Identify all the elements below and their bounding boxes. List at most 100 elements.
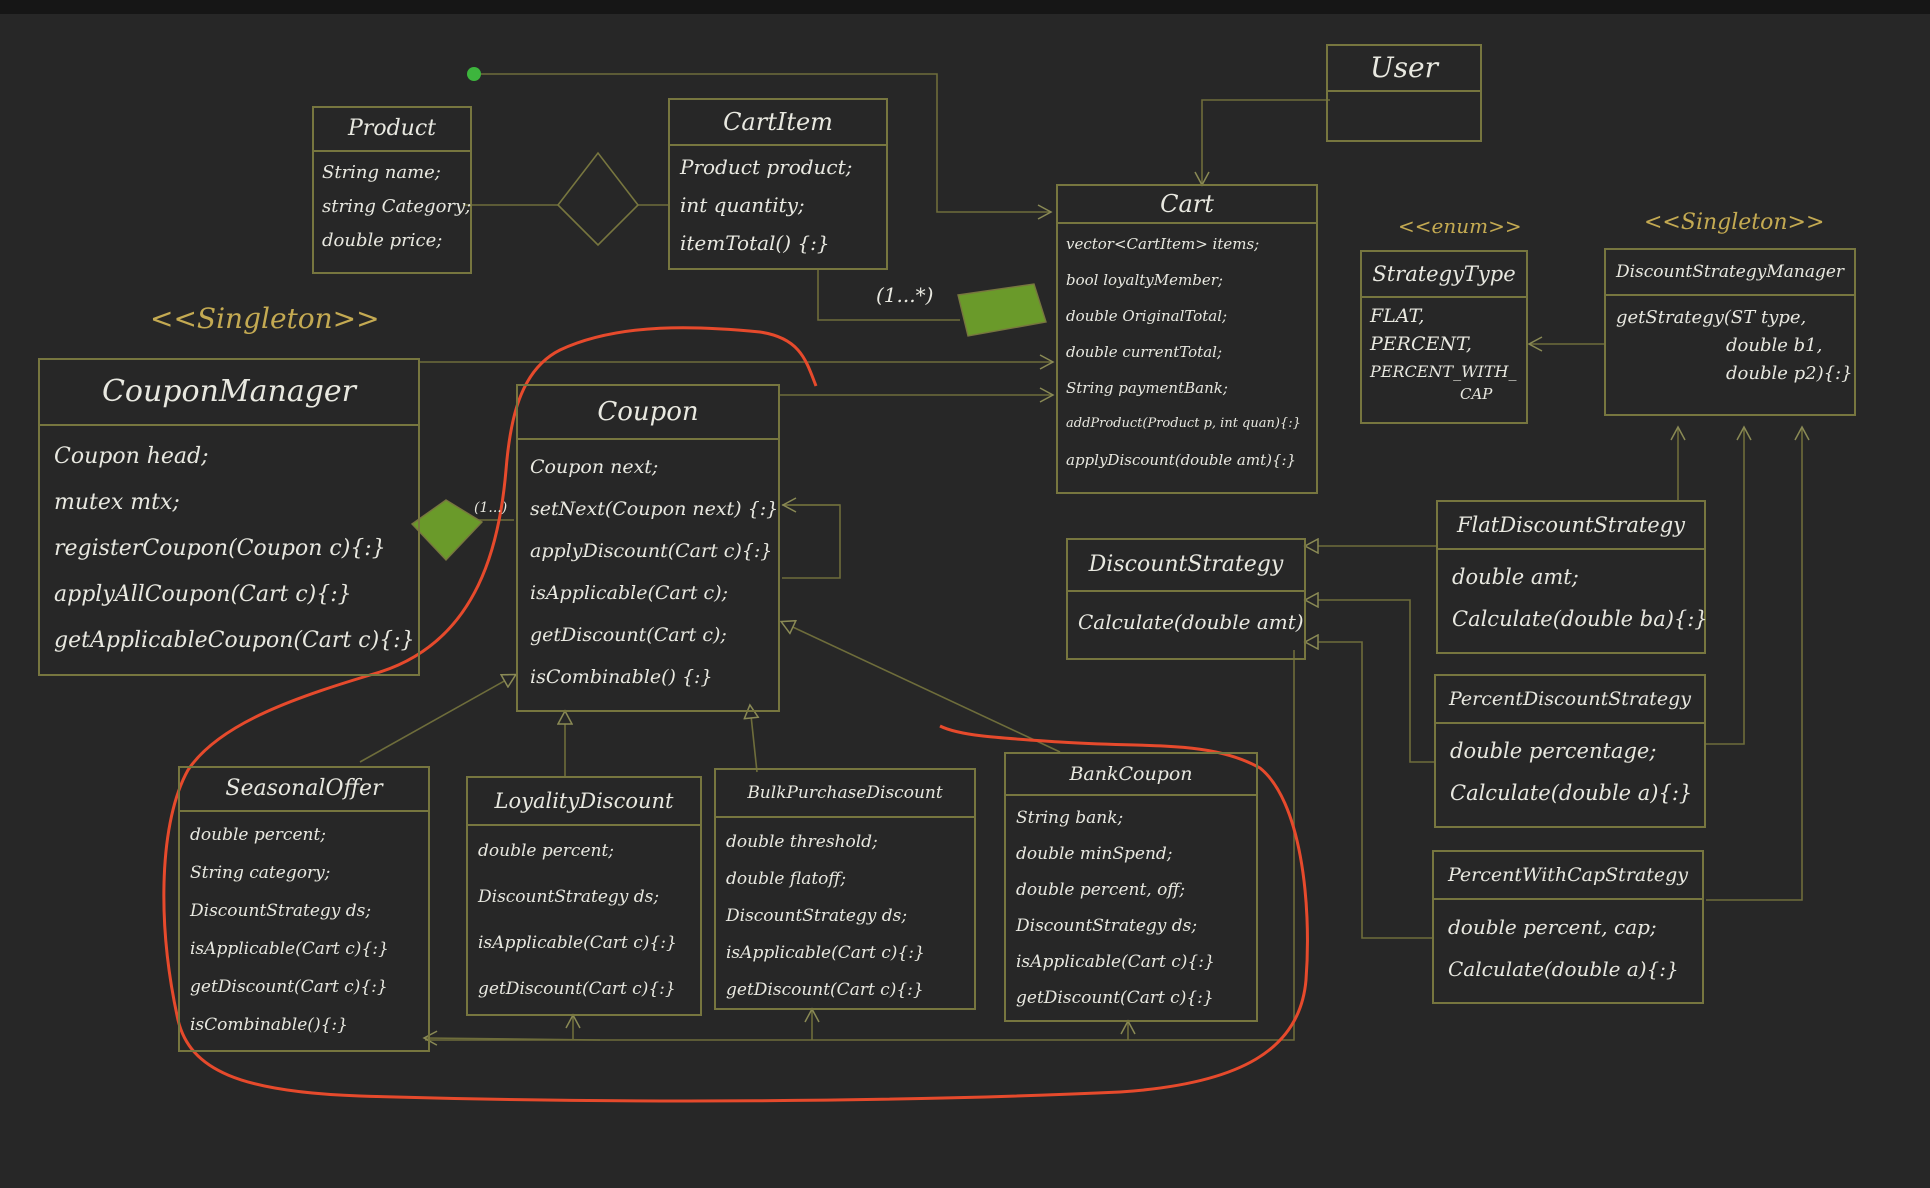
class-cart-title: Cart xyxy=(1058,186,1316,224)
class-coupon-fields: Coupon next; setNext(Coupon next) {:} ap… xyxy=(518,440,778,704)
field: getDiscount(Cart c){:} xyxy=(478,979,676,999)
class-bulk-purchase-discount: BulkPurchaseDiscount double threshold; d… xyxy=(714,768,976,1010)
field: Calculate(double ba){:} xyxy=(1452,607,1708,631)
percent-to-manager xyxy=(1706,425,1752,745)
stereotype-enum: <<enum>> xyxy=(1398,214,1522,238)
class-discount-strategy-title: DiscountStrategy xyxy=(1068,540,1304,592)
field: isApplicable(Cart c){:} xyxy=(190,939,389,959)
cart-composition-diamond xyxy=(957,283,1047,337)
field: String category; xyxy=(190,863,331,883)
field: itemTotal() {:} xyxy=(680,231,830,255)
field: isApplicable(Cart c){:} xyxy=(1016,952,1215,972)
class-seasonal-offer-fields: double percent; String category; Discoun… xyxy=(180,812,428,1048)
field: applyDiscount(Cart c){:} xyxy=(530,540,773,562)
class-flat-discount-strategy-fields: double amt; Calculate(double ba){:} xyxy=(1438,550,1708,646)
class-discount-strategy-fields: Calculate(double amt) xyxy=(1068,592,1304,652)
field: isApplicable(Cart c); xyxy=(530,582,728,604)
class-discount-strategy: DiscountStrategy Calculate(double amt) xyxy=(1066,538,1306,660)
field: double currentTotal; xyxy=(1066,343,1222,361)
class-seasonal-offer-title: SeasonalOffer xyxy=(180,768,428,812)
field: PERCENT_WITH_ xyxy=(1370,362,1517,381)
field: double threshold; xyxy=(726,832,878,852)
stereotype-singleton-coupon-manager: <<Singleton>> xyxy=(150,302,380,335)
bulk-inherits-coupon xyxy=(750,706,757,773)
field: double percent, off; xyxy=(1016,880,1186,900)
class-percent-discount-strategy-title: PercentDiscountStrategy xyxy=(1436,676,1704,724)
class-bank-coupon-fields: String bank; double minSpend; double per… xyxy=(1006,796,1256,1020)
class-seasonal-offer: SeasonalOffer double percent; String cat… xyxy=(178,766,430,1052)
field: applyAllCoupon(Cart c){:} xyxy=(54,582,352,607)
aggregation-diamond xyxy=(556,151,640,247)
field: getDiscount(Cart c){:} xyxy=(190,977,388,997)
class-product: Product String name; string Category; do… xyxy=(312,106,472,274)
class-discount-strategy-manager: DiscountStrategyManager getStrategy(ST t… xyxy=(1604,248,1856,416)
field: getDiscount(Cart c); xyxy=(530,624,727,646)
field: DiscountStrategy ds; xyxy=(190,901,372,921)
class-coupon-title: Coupon xyxy=(518,386,778,440)
field: String bank; xyxy=(1016,808,1124,828)
field: Coupon head; xyxy=(54,444,209,469)
class-bank-coupon-title: BankCoupon xyxy=(1006,754,1256,796)
field: bool loyaltyMember; xyxy=(1066,271,1223,289)
field: FLAT, xyxy=(1370,305,1425,327)
field: double percent; xyxy=(478,841,615,861)
class-user: User xyxy=(1326,44,1482,142)
field: isCombinable(){:} xyxy=(190,1015,348,1035)
field: Calculate(double a){:} xyxy=(1450,781,1693,805)
field: Coupon next; xyxy=(530,456,659,478)
class-cart-item-fields: Product product; int quantity; itemTotal… xyxy=(670,146,886,264)
class-coupon-manager-title: CouponManager xyxy=(40,360,418,426)
field: getDiscount(Cart c){:} xyxy=(726,980,924,1000)
class-bulk-purchase-discount-fields: double threshold; double flatoff; Discou… xyxy=(716,818,974,1015)
field: String paymentBank; xyxy=(1066,379,1228,397)
class-coupon-manager: CouponManager Coupon head; mutex mtx; re… xyxy=(38,358,420,676)
field: double b1, xyxy=(1726,335,1823,356)
field: CAP xyxy=(1460,385,1493,403)
class-cart-fields: vector<CartItem> items; bool loyaltyMemb… xyxy=(1058,224,1316,480)
stereotype-singleton-manager: <<Singleton>> xyxy=(1644,210,1825,235)
class-percent-discount-strategy-fields: double percentage; Calculate(double a){:… xyxy=(1436,724,1704,820)
field: vector<CartItem> items; xyxy=(1066,235,1260,253)
class-strategy-type-title: StrategyType xyxy=(1362,252,1526,298)
coupon-self-loop xyxy=(782,504,841,579)
class-coupon-manager-fields: Coupon head; mutex mtx; registerCoupon(C… xyxy=(40,426,418,672)
class-product-fields: String name; string Category; double pri… xyxy=(314,152,472,262)
field: getStrategy(ST type, xyxy=(1616,307,1807,328)
cap-inherits-strategy xyxy=(1306,642,1434,939)
field: double percentage; xyxy=(1450,739,1657,763)
couponmanager-composition-diamond xyxy=(410,499,484,562)
field: addProduct(Product p, int quan){:} xyxy=(1066,416,1301,431)
field: PERCENT, xyxy=(1370,333,1472,355)
class-percent-discount-strategy: PercentDiscountStrategy double percentag… xyxy=(1434,674,1706,828)
field: Calculate(double amt) xyxy=(1078,610,1304,634)
field: isCombinable() {:} xyxy=(530,666,713,688)
field: DiscountStrategy ds; xyxy=(1016,916,1198,936)
field: double amt; xyxy=(1452,565,1579,589)
class-coupon: Coupon Coupon next; setNext(Coupon next)… xyxy=(516,384,780,712)
field: double price; xyxy=(322,230,443,251)
field: String name; xyxy=(322,162,441,183)
class-loyalty-discount: LoyalityDiscount double percent; Discoun… xyxy=(466,776,702,1016)
field: int quantity; xyxy=(680,193,805,217)
class-loyalty-discount-title: LoyalityDiscount xyxy=(468,778,700,826)
field: isApplicable(Cart c){:} xyxy=(478,933,677,953)
field: string Category; xyxy=(322,196,472,217)
multiplicity-coupon-chain: (1...) xyxy=(474,500,507,516)
field: DiscountStrategy ds; xyxy=(726,906,908,926)
class-user-title: User xyxy=(1328,46,1480,92)
field: isApplicable(Cart c){:} xyxy=(726,943,925,963)
field: getDiscount(Cart c){:} xyxy=(1016,988,1214,1008)
seasonal-inherits-coupon xyxy=(359,675,515,763)
class-product-title: Product xyxy=(314,108,470,152)
class-flat-discount-strategy: FlatDiscountStrategy double amt; Calcula… xyxy=(1436,500,1708,654)
class-bulk-purchase-discount-title: BulkPurchaseDiscount xyxy=(716,770,974,818)
cap-to-manager xyxy=(1706,425,1810,901)
class-loyalty-discount-fields: double percent; DiscountStrategy ds; isA… xyxy=(468,826,700,1014)
class-percent-with-cap-strategy-fields: double percent, cap; Calculate(double a)… xyxy=(1434,900,1702,996)
field: double p2){:} xyxy=(1726,363,1853,384)
class-discount-strategy-manager-fields: getStrategy(ST type, double b1, double p… xyxy=(1606,296,1854,396)
class-strategy-type: StrategyType FLAT, PERCENT, PERCENT_WITH… xyxy=(1360,250,1528,424)
class-percent-with-cap-strategy: PercentWithCapStrategy double percent, c… xyxy=(1432,850,1704,1004)
class-cart-item: CartItem Product product; int quantity; … xyxy=(668,98,888,270)
class-percent-with-cap-strategy-title: PercentWithCapStrategy xyxy=(1434,852,1702,900)
